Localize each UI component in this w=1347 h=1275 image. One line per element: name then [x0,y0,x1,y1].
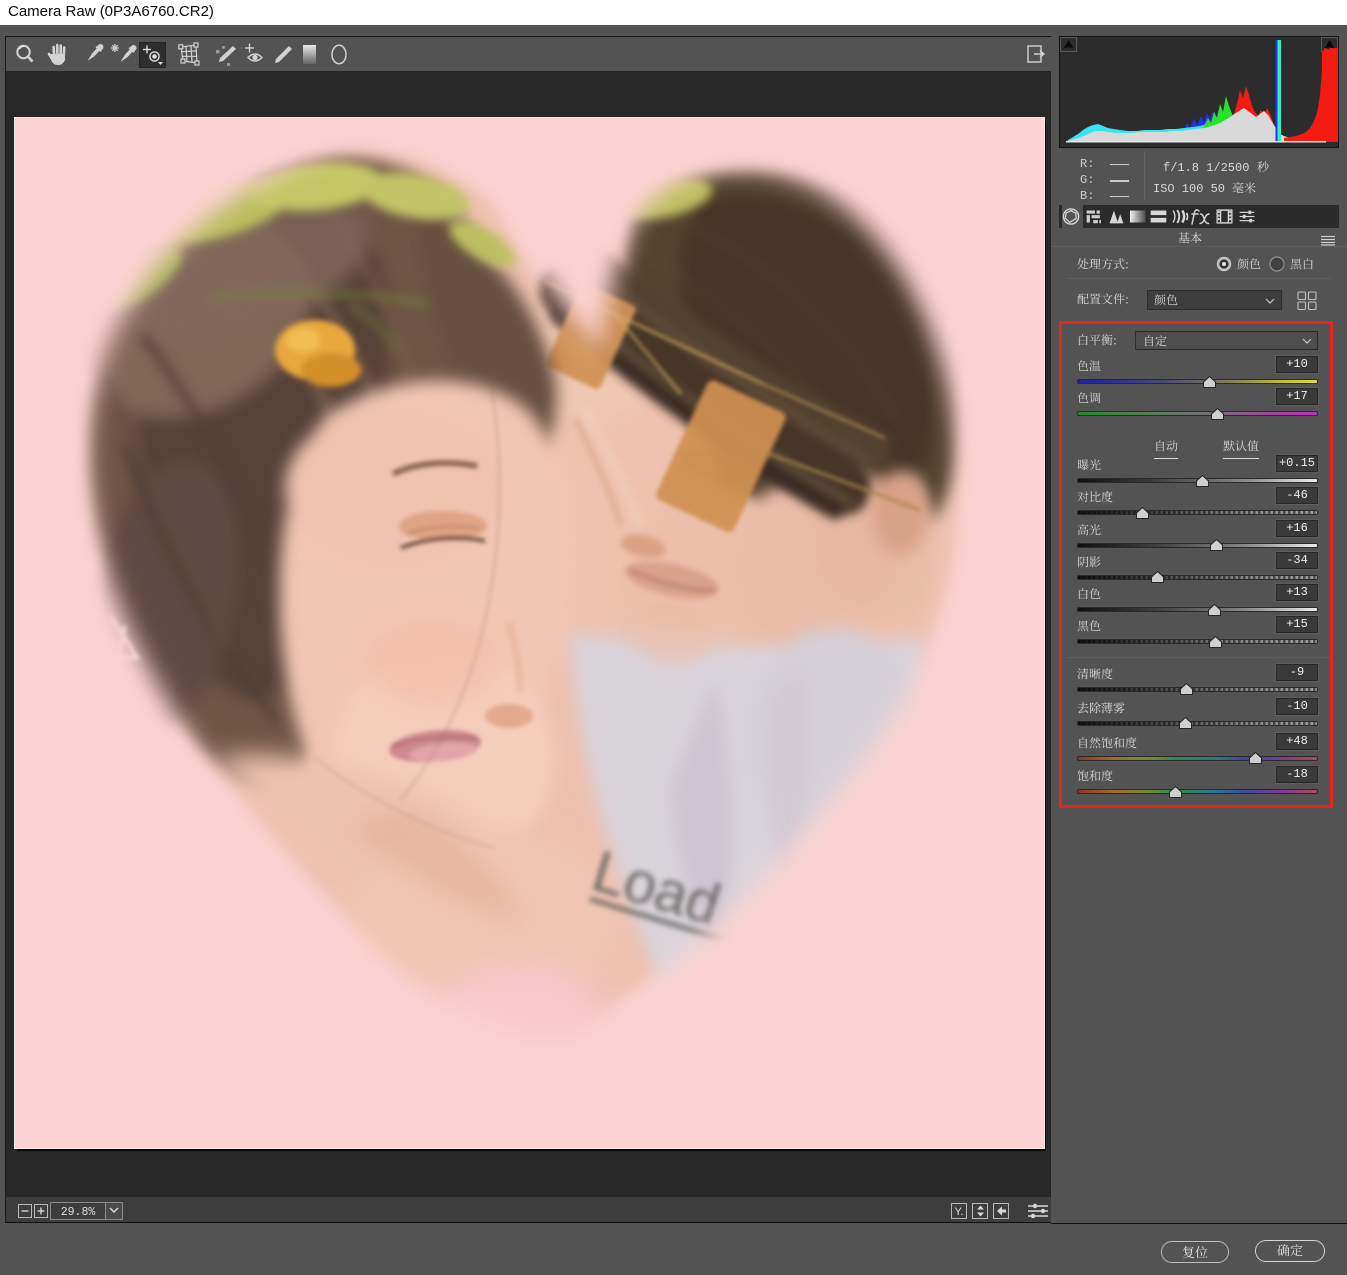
svg-text:Y.: Y. [955,1206,964,1218]
svg-text:29.8%: 29.8% [61,1206,96,1219]
